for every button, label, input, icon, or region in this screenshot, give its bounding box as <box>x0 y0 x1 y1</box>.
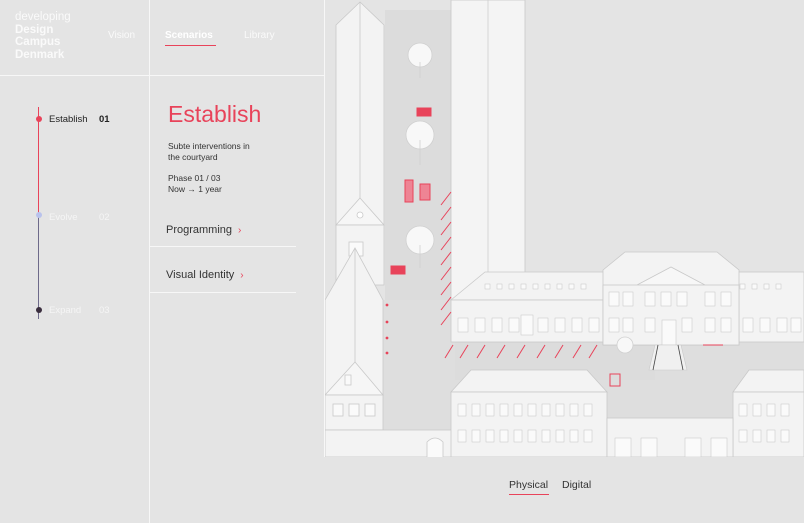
nav-library[interactable]: Library <box>244 30 275 41</box>
brand-pre: developing <box>15 11 71 23</box>
timeline-dot-evolve[interactable] <box>35 212 42 218</box>
header-divider <box>0 75 324 76</box>
menu-divider-1 <box>150 246 296 247</box>
toggle-digital[interactable]: Digital <box>562 479 591 491</box>
menu-programming-label: Programming <box>166 224 233 236</box>
toggle-active-underline <box>509 494 549 495</box>
timeline-progress-line <box>38 107 39 215</box>
campus-illustration[interactable] <box>324 0 804 458</box>
brand-logo[interactable]: developing Design Campus Denmark <box>15 11 105 61</box>
timeline-rest-line <box>38 215 39 319</box>
toggle-physical[interactable]: Physical <box>509 479 548 491</box>
campus-map[interactable] <box>324 0 804 458</box>
timeline-label-expand[interactable]: Expand <box>49 305 81 316</box>
timeline-num-expand: 03 <box>99 305 110 316</box>
nav-scenarios[interactable]: Scenarios <box>165 30 213 41</box>
timeline-label-evolve[interactable]: Evolve <box>49 212 78 223</box>
phase-label: Phase 01 / 03 <box>168 173 221 183</box>
brand-line-3: Denmark <box>15 48 65 61</box>
description-line-2: the courtyard <box>168 151 218 162</box>
menu-visual-identity[interactable]: Visual Identity › <box>166 269 244 281</box>
nav-vision[interactable]: Vision <box>108 30 135 41</box>
scenario-title: Establish <box>168 101 262 127</box>
phase-duration: Now → 1 year <box>168 183 222 194</box>
menu-visual-identity-label: Visual Identity <box>166 269 235 281</box>
timeline-num-evolve: 02 <box>99 212 110 223</box>
chevron-right-icon: › <box>240 270 244 281</box>
menu-programming[interactable]: Programming › <box>166 224 241 236</box>
timeline-label-establish[interactable]: Establish <box>49 114 88 125</box>
timeline-num-establish: 01 <box>99 114 110 125</box>
brand-line-1: Design <box>15 23 54 36</box>
scenario-description: Subte interventions in the courtyard <box>168 141 288 162</box>
nav-active-underline <box>165 45 216 46</box>
menu-divider-2 <box>150 292 296 293</box>
chevron-right-icon: › <box>238 225 242 236</box>
sidebar-divider <box>149 0 150 523</box>
timeline-dot-expand[interactable] <box>35 307 42 313</box>
timeline-dot-establish[interactable] <box>35 116 42 122</box>
description-line-1: Subte interventions in <box>168 141 250 151</box>
phase-info: Phase 01 / 03 Now → 1 year <box>168 173 222 194</box>
brand-line-2: Campus <box>15 36 61 48</box>
